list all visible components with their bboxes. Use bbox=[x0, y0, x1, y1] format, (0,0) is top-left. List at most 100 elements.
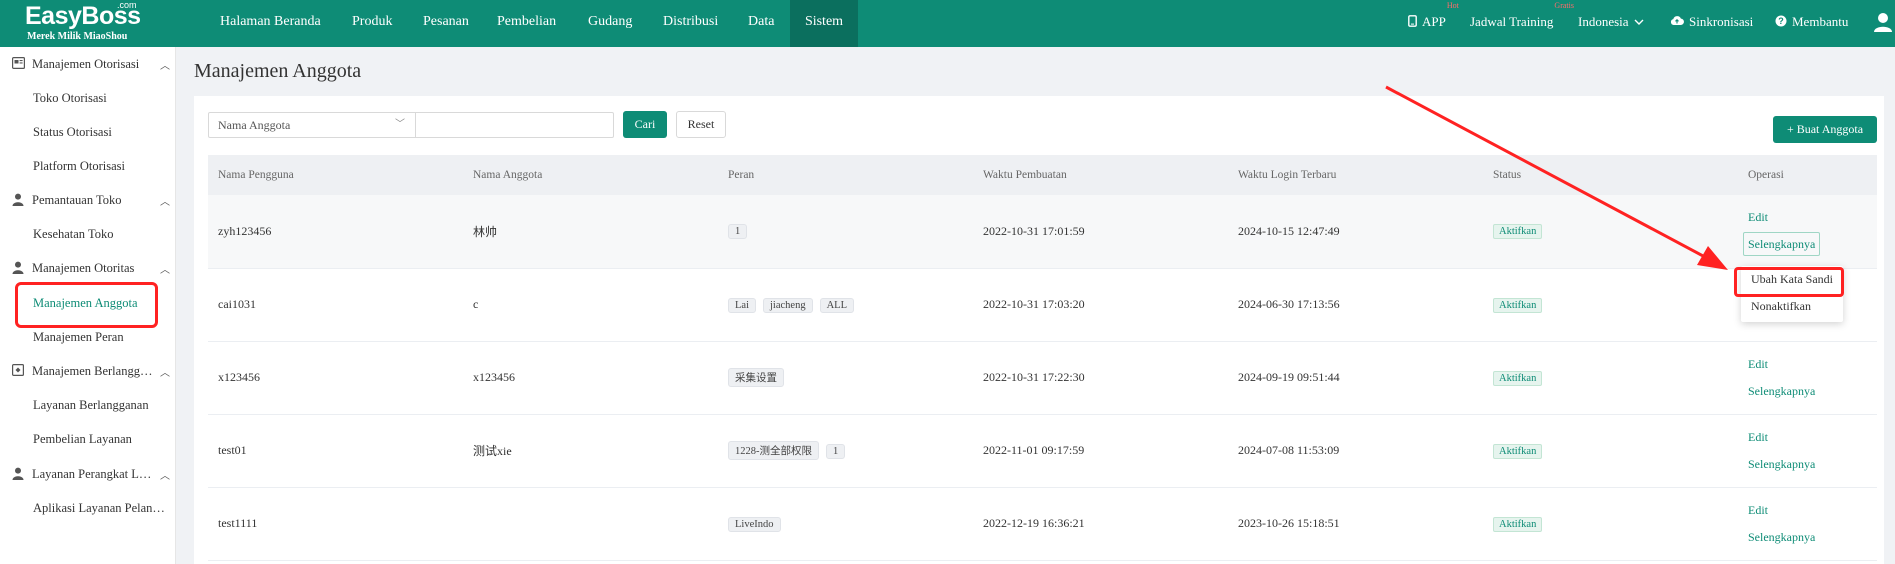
chevron-up-icon: ︿ bbox=[160, 60, 170, 72]
training-label: Jadwal Training bbox=[1470, 14, 1554, 29]
role-tag: 采集设置 bbox=[728, 368, 784, 387]
member-name-cell: c bbox=[473, 297, 479, 311]
role-tag: jiacheng bbox=[763, 297, 813, 313]
help-link[interactable]: ? Membantu bbox=[1775, 0, 1848, 47]
nav-pembelian[interactable]: Pembelian bbox=[497, 0, 556, 47]
more-link[interactable]: Selengkapnya bbox=[1743, 232, 1821, 257]
nav-gudang[interactable]: Gudang bbox=[588, 0, 632, 47]
training-free-badge: Gratis bbox=[1554, 1, 1574, 10]
app-hot-badge: Hot bbox=[1446, 1, 1459, 10]
nav-distribusi[interactable]: Distribusi bbox=[663, 0, 718, 47]
role-cell: Lai jiacheng ALL bbox=[718, 268, 973, 341]
search-button[interactable]: Cari bbox=[623, 111, 667, 138]
more-link[interactable]: Selengkapnya bbox=[1748, 451, 1877, 478]
nav-pesanan[interactable]: Pesanan bbox=[423, 0, 469, 47]
member-name-cell: 林帅 bbox=[473, 224, 498, 239]
logo-suffix: .com bbox=[117, 0, 137, 10]
role-tag: 1 bbox=[826, 444, 846, 459]
sidebar-item-kesehatan-toko[interactable]: Kesehatan Toko bbox=[0, 217, 176, 251]
member-name-cell bbox=[463, 487, 718, 560]
chevron-up-icon: ︿ bbox=[160, 367, 170, 379]
svg-text:?: ? bbox=[1778, 16, 1784, 26]
sidebar-group-manajemen-berlangganan[interactable]: Manajemen Berlangganan ︿ bbox=[0, 354, 176, 388]
members-table: Nama Pengguna Nama Anggota Peran Waktu P… bbox=[208, 155, 1877, 561]
sidebar-group-label: Manajemen Berlangganan bbox=[32, 363, 154, 378]
column-header: Peran bbox=[728, 169, 755, 181]
app-label: APP bbox=[1422, 14, 1446, 29]
nav-produk[interactable]: Produk bbox=[352, 0, 392, 47]
role-tag: Lai bbox=[728, 297, 756, 313]
nav-data[interactable]: Data bbox=[748, 0, 774, 47]
edit-link[interactable]: Edit bbox=[1748, 497, 1877, 524]
sidebar-item-toko-otorisasi[interactable]: Toko Otorisasi bbox=[0, 81, 176, 115]
operation-cell: Edit Selengkapnya bbox=[1738, 195, 1877, 268]
role-tag: 1228-测全部权限 bbox=[728, 441, 819, 460]
subscription-icon bbox=[12, 364, 26, 378]
nav-halaman-beranda[interactable]: Halaman Beranda bbox=[220, 0, 321, 47]
operation-cell: Edit Selengkapnya bbox=[1738, 414, 1877, 487]
logo[interactable]: EasyBoss .com Merek Milik MiaoShou bbox=[25, 0, 145, 46]
operation-cell: Edit Selengkapnya bbox=[1738, 487, 1877, 560]
help-icon: ? bbox=[1775, 15, 1787, 27]
column-header: Status bbox=[1493, 169, 1522, 181]
phone-icon bbox=[1408, 15, 1417, 27]
deactivate-option[interactable]: Nonaktifkan bbox=[1741, 293, 1843, 320]
sidebar-item-platform-otorisasi[interactable]: Platform Otorisasi bbox=[0, 149, 176, 183]
sync-link[interactable]: Sinkronisasi bbox=[1670, 0, 1753, 47]
more-link[interactable]: Selengkapnya bbox=[1748, 524, 1877, 551]
table-row: zyh123456 林帅 1 2022-10-31 17:01:59 2024-… bbox=[208, 195, 1877, 268]
table-header-row: Nama Pengguna Nama Anggota Peran Waktu P… bbox=[208, 155, 1877, 195]
sidebar-item-layanan-berlangganan[interactable]: Layanan Berlangganan bbox=[0, 388, 176, 422]
table-row: test1111 LiveIndo 2022-12-19 16:36:21 20… bbox=[208, 487, 1877, 560]
top-nav: EasyBoss .com Merek Milik MiaoShou Halam… bbox=[0, 0, 1895, 47]
page-title: Manajemen Anggota bbox=[194, 60, 362, 82]
edit-link[interactable]: Edit bbox=[1748, 424, 1877, 451]
role-cell: 采集设置 bbox=[718, 341, 973, 414]
annotation-highlight-dropdown bbox=[1734, 267, 1844, 297]
sidebar-group-layanan-perangkat-lunak[interactable]: Layanan Perangkat Lunak ︿ bbox=[0, 457, 176, 491]
username-cell: test1111 bbox=[218, 516, 258, 530]
role-tag: 1 bbox=[728, 224, 748, 240]
sidebar-group-label: Manajemen Otorisasi bbox=[32, 56, 140, 71]
person-icon bbox=[12, 193, 26, 207]
role-cell: 1 bbox=[718, 195, 973, 268]
sidebar-item-status-otorisasi[interactable]: Status Otorisasi bbox=[0, 115, 176, 149]
sidebar-group-label: Pemantauan Toko bbox=[32, 192, 122, 207]
username-cell: x123456 bbox=[218, 370, 260, 384]
more-link[interactable]: Selengkapnya bbox=[1748, 378, 1877, 405]
help-label: Membantu bbox=[1792, 14, 1849, 29]
create-member-button[interactable]: + Buat Anggota bbox=[1773, 116, 1877, 143]
table-row: test01 测试xie 1228-测全部权限 1 2022-11-01 09:… bbox=[208, 414, 1877, 487]
sidebar-item-aplikasi-layanan-pelanggan[interactable]: Aplikasi Layanan Pelanggan bbox=[0, 491, 168, 525]
filter-select[interactable]: Nama Anggota ﹀ bbox=[208, 112, 416, 138]
created-cell: 2022-10-31 17:03:20 bbox=[983, 297, 1085, 311]
sidebar-group-label: Layanan Perangkat Lunak bbox=[32, 466, 154, 481]
user-icon bbox=[1874, 13, 1892, 32]
last-login-cell: 2024-10-15 12:47:49 bbox=[1238, 223, 1340, 238]
edit-link[interactable]: Edit bbox=[1748, 204, 1877, 231]
table-row: cai1031 c Lai jiacheng ALL 2022-10-31 17… bbox=[208, 268, 1877, 341]
username-cell: zyh123456 bbox=[218, 223, 272, 238]
created-cell: 2022-10-31 17:22:30 bbox=[983, 370, 1085, 384]
sidebar-item-pembelian-layanan[interactable]: Pembelian Layanan bbox=[0, 422, 176, 456]
sidebar-group-manajemen-otorisasi[interactable]: Manajemen Otorisasi ︿ bbox=[0, 47, 176, 81]
member-name-cell: 测试xie bbox=[473, 444, 512, 458]
user-avatar[interactable] bbox=[1874, 12, 1892, 37]
sidebar-group-pemantauan-toko[interactable]: Pemantauan Toko ︿ bbox=[0, 183, 176, 217]
edit-link[interactable]: Edit bbox=[1748, 351, 1877, 378]
sidebar-group-label: Manajemen Otoritas bbox=[32, 260, 135, 275]
nav-sistem[interactable]: Sistem bbox=[790, 0, 858, 47]
chevron-down-icon: ﹀ bbox=[395, 119, 405, 130]
authorization-icon bbox=[12, 57, 26, 71]
sidebar-group-manajemen-otoritas[interactable]: Manajemen Otoritas ︿ bbox=[0, 251, 176, 285]
annotation-highlight-sidebar bbox=[15, 282, 158, 328]
language-select[interactable]: Indonesia bbox=[1578, 0, 1644, 47]
search-input[interactable] bbox=[415, 112, 614, 138]
training-link[interactable]: Jadwal Training Gratis bbox=[1470, 0, 1574, 47]
person-icon bbox=[12, 261, 26, 275]
created-cell: 2022-11-01 09:17:59 bbox=[983, 443, 1085, 457]
table-row: x123456 x123456 采集设置 2022-10-31 17:22:30… bbox=[208, 341, 1877, 414]
last-login-cell: 2024-06-30 17:13:56 bbox=[1238, 297, 1340, 311]
reset-button[interactable]: Reset bbox=[676, 111, 726, 138]
app-link[interactable]: APP Hot bbox=[1408, 0, 1459, 47]
